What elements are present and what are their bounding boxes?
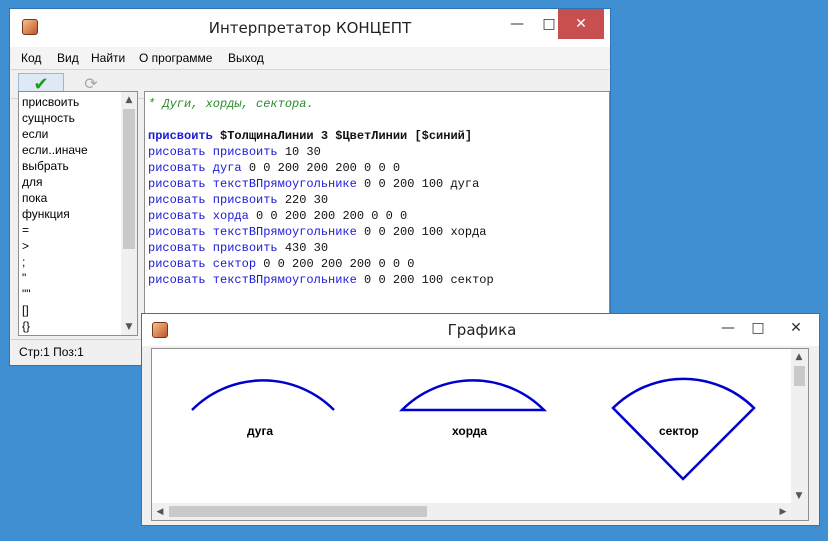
keyword-list-item[interactable]: [] (22, 302, 122, 318)
code-line: рисовать текстВПрямоугольнике 0 0 200 10… (148, 272, 494, 288)
code-lines: рисовать присвоить 10 30 рисовать дуга 0 … (148, 144, 494, 288)
scroll-up-icon[interactable]: ▲ (121, 92, 137, 108)
graphics-titlebar[interactable]: Графика — □ ✕ (142, 314, 819, 346)
code-args: 0 0 200 100 дуга (356, 177, 480, 191)
keyword-list[interactable]: присвоить сущность если если..иначе выбрать д… (18, 91, 138, 336)
code-line: рисовать сектор 0 0 200 200 200 0 0 0 (148, 256, 494, 272)
minimize-icon[interactable]: — (714, 314, 742, 346)
menu-item-exit[interactable]: Выход (228, 51, 264, 65)
keyword-list-item[interactable]: если (22, 126, 122, 142)
code-args: $ТолщинаЛинии 3 $ЦветЛинии [$синий] (212, 129, 473, 143)
code-line: рисовать присвоить 220 30 (148, 192, 494, 208)
code-keyword: рисовать сектор (148, 257, 257, 271)
code-keyword: рисовать текстВПрямоугольнике (148, 273, 357, 287)
scroll-down-icon[interactable]: ▼ (791, 488, 807, 504)
code-keyword: рисовать присвоить (148, 145, 278, 159)
code-args: 10 30 (277, 145, 321, 159)
drawing-canvas[interactable]: дуга хорда сектор ▲ ▼ ◀ ▶ (151, 348, 809, 521)
code-keyword: присвоить (148, 129, 213, 143)
keyword-list-item[interactable]: ; (22, 254, 122, 270)
keyword-list-scrollbar[interactable]: ▲ ▼ (121, 92, 137, 335)
scroll-down-icon[interactable]: ▼ (121, 319, 137, 335)
arc-label: дуга (247, 424, 274, 438)
keyword-list-items: присвоить сущность если если..иначе выбрать д… (22, 94, 122, 334)
code-line: рисовать дуга 0 0 200 200 200 0 0 0 (148, 160, 494, 176)
code-line: рисовать текстВПрямоугольнике 0 0 200 10… (148, 224, 494, 240)
graphics-window: Графика — □ ✕ дуга хорда сектор ▲ ▼ ◀ ▶ (141, 313, 820, 526)
chord-shape (398, 379, 548, 412)
scroll-left-icon[interactable]: ◀ (152, 504, 168, 520)
code-keyword: рисовать дуга (148, 161, 242, 175)
code-args: 0 0 200 200 200 0 0 0 (248, 209, 408, 223)
code-line: рисовать присвоить 430 30 (148, 240, 494, 256)
scroll-right-icon[interactable]: ▶ (775, 504, 791, 520)
code-line: рисовать присвоить 10 30 (148, 144, 494, 160)
menu-item-view[interactable]: Вид (57, 51, 79, 65)
sector-label: сектор (659, 424, 699, 438)
code-keyword: рисовать текстВПрямоугольнике (148, 177, 357, 191)
scrollbar-corner (791, 503, 808, 520)
maximize-icon[interactable]: □ (744, 314, 772, 346)
graphics-window-title: Графика (447, 321, 517, 339)
vertical-scrollbar[interactable]: ▲ ▼ (791, 349, 808, 504)
app-icon (22, 19, 38, 35)
code-keyword: рисовать присвоить (148, 193, 278, 207)
keyword-list-item[interactable]: "" (22, 286, 122, 302)
scroll-thumb[interactable] (123, 109, 135, 249)
main-window-title: Интерпретатор КОНЦЕПТ (208, 19, 412, 37)
code-args: 0 0 200 100 сектор (356, 273, 494, 287)
code-args: 0 0 200 100 хорда (356, 225, 487, 239)
scroll-up-icon[interactable]: ▲ (791, 349, 807, 365)
code-args: 0 0 200 200 200 0 0 0 (256, 257, 415, 271)
horizontal-scrollbar[interactable]: ◀ ▶ (152, 503, 791, 520)
horizontal-scroll-thumb[interactable] (169, 506, 427, 517)
code-args: 220 30 (277, 193, 329, 207)
keyword-list-item[interactable]: если..иначе (22, 142, 122, 158)
keyword-list-item[interactable]: сущность (22, 110, 122, 126)
close-icon[interactable]: ✕ (776, 314, 816, 346)
code-keyword: рисовать присвоить (148, 241, 278, 255)
keyword-list-item[interactable]: " (22, 270, 122, 286)
menu-bar: Код Вид Найти О программе Выход (11, 47, 609, 69)
chord-label: хорда (452, 424, 488, 438)
minimize-icon[interactable]: — (502, 9, 532, 39)
code-keyword: рисовать хорда (148, 209, 249, 223)
keyword-list-item[interactable]: пока (22, 190, 122, 206)
code-args: 430 30 (277, 241, 329, 255)
graphics-app-icon (152, 322, 168, 338)
code-comment: * Дуги, хорды, сектора. (148, 97, 314, 111)
keyword-list-item[interactable]: {} (22, 318, 122, 334)
keyword-list-item[interactable]: > (22, 238, 122, 254)
main-titlebar[interactable]: Интерпретатор КОНЦЕПТ — □ ✕ (10, 9, 610, 47)
code-line: присвоить $ТолщинаЛинии 3 $ЦветЛинии [$с… (148, 128, 494, 144)
menu-item-find[interactable]: Найти (91, 51, 125, 65)
code-keyword: рисовать текстВПрямоугольнике (148, 225, 357, 239)
menu-item-about[interactable]: О программе (139, 51, 212, 65)
code-text: * Дуги, хорды, сектора. присвоить $Толщи… (148, 96, 494, 288)
arc-shape (191, 379, 335, 411)
keyword-list-item[interactable]: = (22, 222, 122, 238)
code-args: 0 0 200 200 200 0 0 0 (241, 161, 401, 175)
keyword-list-item[interactable]: выбрать (22, 158, 122, 174)
code-line: рисовать текстВПрямоугольнике 0 0 200 10… (148, 176, 494, 192)
close-icon[interactable]: ✕ (558, 9, 604, 39)
menu-item-code[interactable]: Код (21, 51, 41, 65)
cursor-position: Стр:1 Поз:1 (19, 345, 84, 359)
keyword-list-item[interactable]: присвоить (22, 94, 122, 110)
code-editor[interactable]: * Дуги, хорды, сектора. присвоить $Толщи… (144, 91, 610, 336)
vertical-scroll-thumb[interactable] (794, 366, 805, 386)
code-line: рисовать хорда 0 0 200 200 200 0 0 0 (148, 208, 494, 224)
keyword-list-item[interactable]: функция (22, 206, 122, 222)
keyword-list-item[interactable]: для (22, 174, 122, 190)
